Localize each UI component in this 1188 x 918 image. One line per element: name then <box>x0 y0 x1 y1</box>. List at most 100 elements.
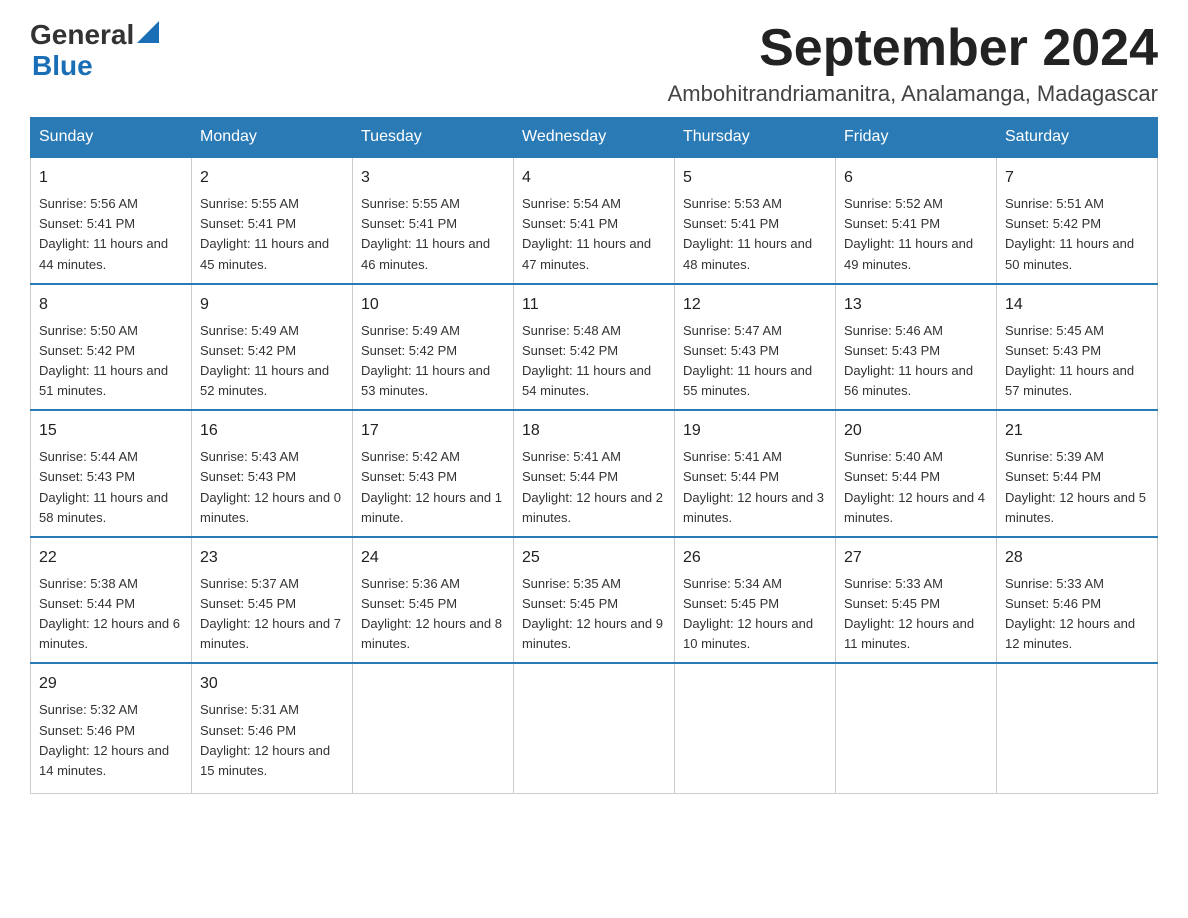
week-row-4: 22 Sunrise: 5:38 AMSunset: 5:44 PMDayligh… <box>31 537 1158 664</box>
day-info: Sunrise: 5:38 AMSunset: 5:44 PMDaylight:… <box>39 574 183 655</box>
day-info: Sunrise: 5:52 AMSunset: 5:41 PMDaylight:… <box>844 194 988 275</box>
calendar-cell: 24Sunrise: 5:36 AMSunset: 5:45 PMDayligh… <box>353 537 514 664</box>
calendar-cell: 15 Sunrise: 5:44 AMSunset: 5:43 PMDayligh… <box>31 410 192 537</box>
logo-blue-text: Blue <box>32 51 159 82</box>
day-number: 19 <box>683 419 827 443</box>
day-number: 12 <box>683 293 827 317</box>
day-number: 23 <box>200 546 344 570</box>
calendar-cell <box>997 663 1158 793</box>
day-info: Sunrise: 5:43 AMSunset: 5:43 PMDaylight:… <box>200 447 344 528</box>
week-row-3: 15 Sunrise: 5:44 AMSunset: 5:43 PMDayligh… <box>31 410 1158 537</box>
calendar-cell: 25Sunrise: 5:35 AMSunset: 5:45 PMDayligh… <box>514 537 675 664</box>
calendar-table: SundayMondayTuesdayWednesdayThursdayFrid… <box>30 117 1158 794</box>
day-info: Sunrise: 5:48 AMSunset: 5:42 PMDaylight:… <box>522 321 666 402</box>
day-number: 1 <box>39 166 183 190</box>
day-info: Sunrise: 5:53 AMSunset: 5:41 PMDaylight:… <box>683 194 827 275</box>
logo-general-text: General <box>30 20 134 51</box>
day-number: 14 <box>1005 293 1149 317</box>
day-number: 26 <box>683 546 827 570</box>
day-info: Sunrise: 5:36 AMSunset: 5:45 PMDaylight:… <box>361 574 505 655</box>
day-number: 3 <box>361 166 505 190</box>
day-number: 17 <box>361 419 505 443</box>
title-section: September 2024 Ambohitrandriamanitra, An… <box>668 20 1158 107</box>
calendar-cell: 1 Sunrise: 5:56 AMSunset: 5:41 PMDaylight… <box>31 157 192 284</box>
day-info: Sunrise: 5:42 AMSunset: 5:43 PMDaylight:… <box>361 447 505 528</box>
day-info: Sunrise: 5:49 AMSunset: 5:42 PMDaylight:… <box>361 321 505 402</box>
weekday-header-tuesday: Tuesday <box>353 118 514 158</box>
day-info: Sunrise: 5:47 AMSunset: 5:43 PMDaylight:… <box>683 321 827 402</box>
weekday-header-saturday: Saturday <box>997 118 1158 158</box>
week-row-1: 1 Sunrise: 5:56 AMSunset: 5:41 PMDaylight… <box>31 157 1158 284</box>
calendar-cell <box>836 663 997 793</box>
day-info: Sunrise: 5:54 AMSunset: 5:41 PMDaylight:… <box>522 194 666 275</box>
calendar-cell: 17 Sunrise: 5:42 AMSunset: 5:43 PMDayligh… <box>353 410 514 537</box>
calendar-cell: 5 Sunrise: 5:53 AMSunset: 5:41 PMDaylight… <box>675 157 836 284</box>
day-number: 15 <box>39 419 183 443</box>
day-number: 7 <box>1005 166 1149 190</box>
day-info: Sunrise: 5:49 AMSunset: 5:42 PMDaylight:… <box>200 321 344 402</box>
calendar-cell: 29Sunrise: 5:32 AMSunset: 5:46 PMDayligh… <box>31 663 192 793</box>
calendar-cell: 22 Sunrise: 5:38 AMSunset: 5:44 PMDayligh… <box>31 537 192 664</box>
calendar-cell <box>514 663 675 793</box>
calendar-cell: 3Sunrise: 5:55 AMSunset: 5:41 PMDaylight… <box>353 157 514 284</box>
day-info: Sunrise: 5:45 AMSunset: 5:43 PMDaylight:… <box>1005 321 1149 402</box>
calendar-cell <box>353 663 514 793</box>
calendar-cell: 16 Sunrise: 5:43 AMSunset: 5:43 PMDayligh… <box>192 410 353 537</box>
day-info: Sunrise: 5:41 AMSunset: 5:44 PMDaylight:… <box>522 447 666 528</box>
day-number: 21 <box>1005 419 1149 443</box>
page-header: General Blue September 2024 Ambohitrandr… <box>30 20 1158 107</box>
day-number: 30 <box>200 672 344 696</box>
calendar-cell: 8Sunrise: 5:50 AMSunset: 5:42 PMDaylight… <box>31 284 192 411</box>
weekday-header-wednesday: Wednesday <box>514 118 675 158</box>
location-title: Ambohitrandriamanitra, Analamanga, Madag… <box>668 81 1158 107</box>
day-info: Sunrise: 5:51 AMSunset: 5:42 PMDaylight:… <box>1005 194 1149 275</box>
day-number: 6 <box>844 166 988 190</box>
calendar-cell: 6 Sunrise: 5:52 AMSunset: 5:41 PMDaylight… <box>836 157 997 284</box>
day-number: 9 <box>200 293 344 317</box>
month-title: September 2024 <box>668 20 1158 77</box>
day-number: 18 <box>522 419 666 443</box>
weekday-header-thursday: Thursday <box>675 118 836 158</box>
day-info: Sunrise: 5:37 AMSunset: 5:45 PMDaylight:… <box>200 574 344 655</box>
day-info: Sunrise: 5:50 AMSunset: 5:42 PMDaylight:… <box>39 321 183 402</box>
calendar-cell: 23 Sunrise: 5:37 AMSunset: 5:45 PMDayligh… <box>192 537 353 664</box>
day-number: 16 <box>200 419 344 443</box>
day-info: Sunrise: 5:40 AMSunset: 5:44 PMDaylight:… <box>844 447 988 528</box>
calendar-cell: 18 Sunrise: 5:41 AMSunset: 5:44 PMDayligh… <box>514 410 675 537</box>
calendar-cell: 7 Sunrise: 5:51 AMSunset: 5:42 PMDaylight… <box>997 157 1158 284</box>
day-info: Sunrise: 5:34 AMSunset: 5:45 PMDaylight:… <box>683 574 827 655</box>
day-number: 11 <box>522 293 666 317</box>
day-info: Sunrise: 5:44 AMSunset: 5:43 PMDaylight:… <box>39 447 183 528</box>
weekday-header-sunday: Sunday <box>31 118 192 158</box>
day-number: 5 <box>683 166 827 190</box>
day-info: Sunrise: 5:32 AMSunset: 5:46 PMDaylight:… <box>39 700 183 781</box>
calendar-cell: 14 Sunrise: 5:45 AMSunset: 5:43 PMDayligh… <box>997 284 1158 411</box>
week-row-5: 29Sunrise: 5:32 AMSunset: 5:46 PMDayligh… <box>31 663 1158 793</box>
day-number: 25 <box>522 546 666 570</box>
weekday-header-friday: Friday <box>836 118 997 158</box>
day-info: Sunrise: 5:41 AMSunset: 5:44 PMDaylight:… <box>683 447 827 528</box>
calendar-cell: 11 Sunrise: 5:48 AMSunset: 5:42 PMDayligh… <box>514 284 675 411</box>
calendar-cell: 9 Sunrise: 5:49 AMSunset: 5:42 PMDaylight… <box>192 284 353 411</box>
calendar-cell: 4 Sunrise: 5:54 AMSunset: 5:41 PMDaylight… <box>514 157 675 284</box>
calendar-cell: 28Sunrise: 5:33 AMSunset: 5:46 PMDayligh… <box>997 537 1158 664</box>
calendar-cell: 26 Sunrise: 5:34 AMSunset: 5:45 PMDayligh… <box>675 537 836 664</box>
day-number: 2 <box>200 166 344 190</box>
day-info: Sunrise: 5:56 AMSunset: 5:41 PMDaylight:… <box>39 194 183 275</box>
calendar-cell: 21 Sunrise: 5:39 AMSunset: 5:44 PMDayligh… <box>997 410 1158 537</box>
logo: General Blue <box>30 20 159 82</box>
calendar-cell <box>675 663 836 793</box>
day-info: Sunrise: 5:46 AMSunset: 5:43 PMDaylight:… <box>844 321 988 402</box>
logo-triangle-icon <box>137 21 159 43</box>
calendar-cell: 2Sunrise: 5:55 AMSunset: 5:41 PMDaylight… <box>192 157 353 284</box>
day-number: 27 <box>844 546 988 570</box>
day-info: Sunrise: 5:33 AMSunset: 5:45 PMDaylight:… <box>844 574 988 655</box>
calendar-cell: 12 Sunrise: 5:47 AMSunset: 5:43 PMDayligh… <box>675 284 836 411</box>
day-number: 20 <box>844 419 988 443</box>
day-number: 4 <box>522 166 666 190</box>
day-number: 13 <box>844 293 988 317</box>
day-number: 22 <box>39 546 183 570</box>
calendar-cell: 19 Sunrise: 5:41 AMSunset: 5:44 PMDayligh… <box>675 410 836 537</box>
day-info: Sunrise: 5:39 AMSunset: 5:44 PMDaylight:… <box>1005 447 1149 528</box>
day-info: Sunrise: 5:31 AMSunset: 5:46 PMDaylight:… <box>200 700 344 781</box>
